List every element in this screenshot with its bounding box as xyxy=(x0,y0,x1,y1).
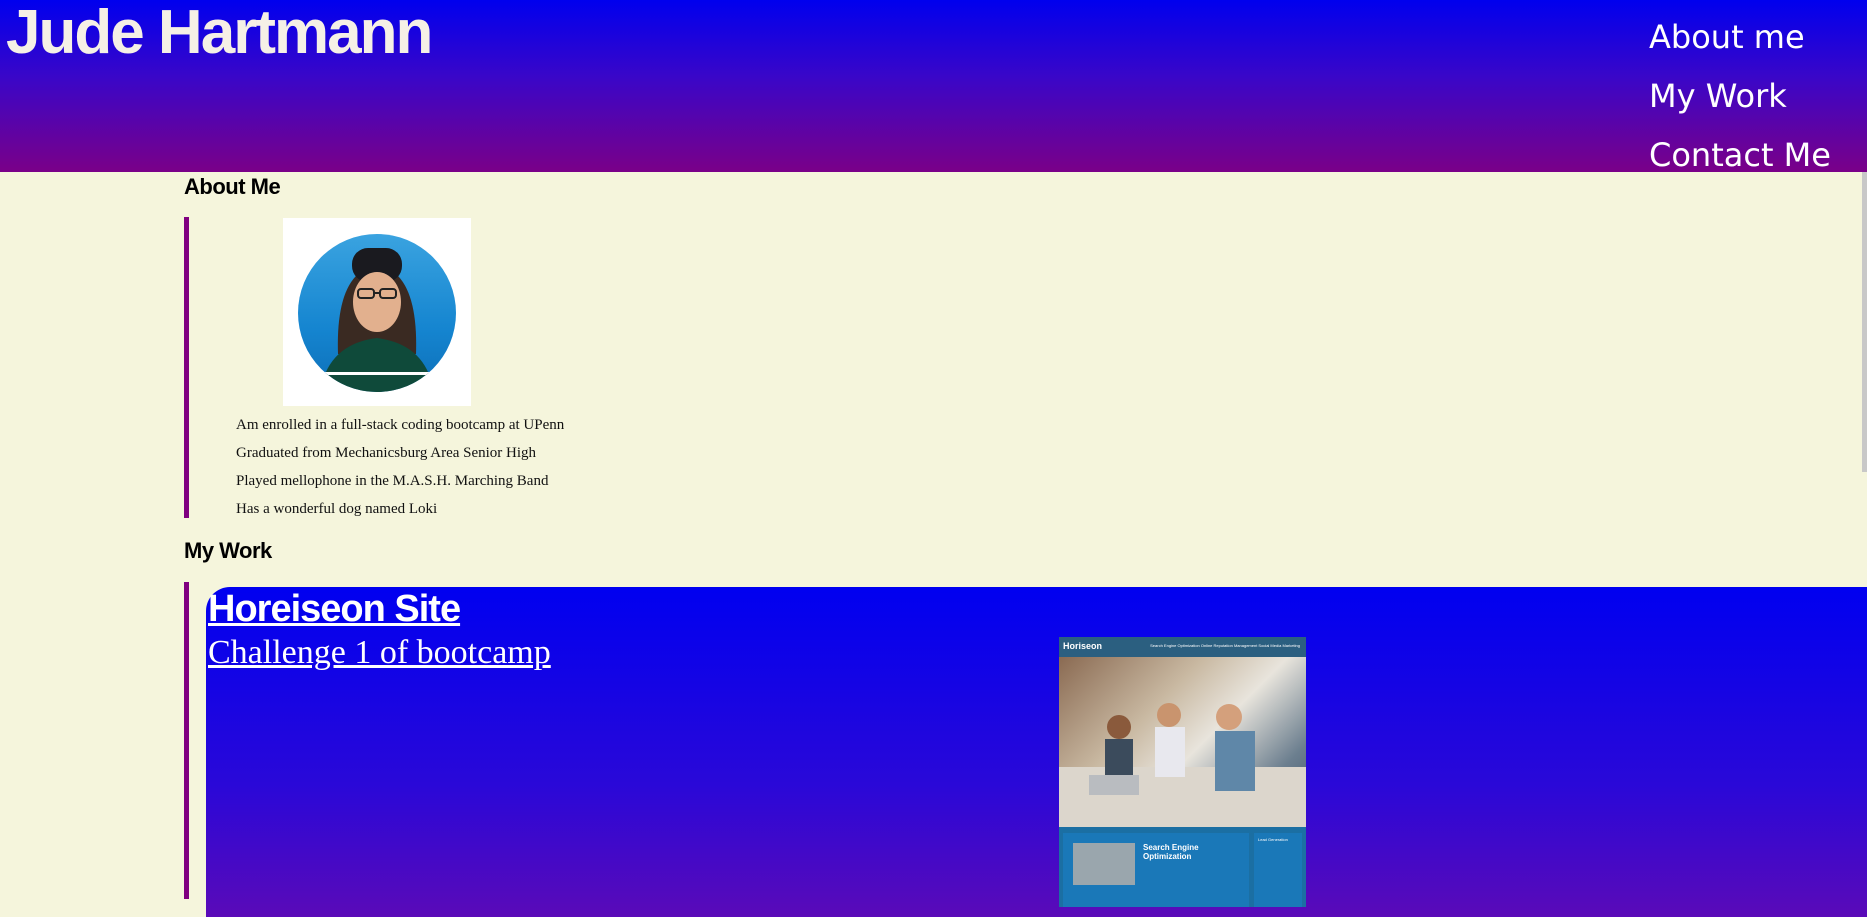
nav-contact-me[interactable]: Contact Me xyxy=(1649,126,1831,185)
work-heading: My Work xyxy=(184,538,272,563)
screenshot-section-title: Search Engine Optimization xyxy=(1143,843,1199,861)
about-fact: Graduated from Mechanicsburg Area Senior… xyxy=(236,445,537,461)
screenshot-nav-links: Search Engine Optimization Online Reputa… xyxy=(1150,643,1300,648)
screenshot-side-title: Lead Generation xyxy=(1258,837,1288,842)
about-heading: About Me xyxy=(184,174,281,199)
nav-my-work[interactable]: My Work xyxy=(1649,67,1831,126)
project-title-link[interactable]: Horeiseon Site xyxy=(208,587,461,631)
page-scrollbar[interactable] xyxy=(1862,172,1867,472)
portrait-image xyxy=(283,218,471,406)
project-card[interactable]: Horeiseon Site Challenge 1 of bootcamp H… xyxy=(206,587,1867,917)
project-screenshot[interactable]: Horiseon Search Engine Optimization Onli… xyxy=(1059,637,1306,907)
main-nav: About me My Work Contact Me xyxy=(1649,8,1831,185)
site-header: Jude Hartmann About me My Work Contact M… xyxy=(0,0,1867,174)
screenshot-hero-photo xyxy=(1059,657,1306,827)
about-section: Am enrolled in a full-stack coding bootc… xyxy=(184,217,789,518)
about-fact: Has a wonderful dog named Loki xyxy=(236,501,438,517)
project-subtitle-link[interactable]: Challenge 1 of bootcamp xyxy=(208,631,551,675)
site-title: Jude Hartmann xyxy=(6,0,433,67)
about-fact: Played mellophone in the M.A.S.H. Marchi… xyxy=(236,473,549,489)
about-fact: Am enrolled in a full-stack coding bootc… xyxy=(236,417,565,433)
screenshot-logo: Horiseon xyxy=(1063,641,1103,651)
work-section: Horeiseon Site Challenge 1 of bootcamp H… xyxy=(184,582,1867,917)
about-facts-list: Am enrolled in a full-stack coding bootc… xyxy=(236,411,564,523)
nav-about-me[interactable]: About me xyxy=(1649,8,1831,67)
